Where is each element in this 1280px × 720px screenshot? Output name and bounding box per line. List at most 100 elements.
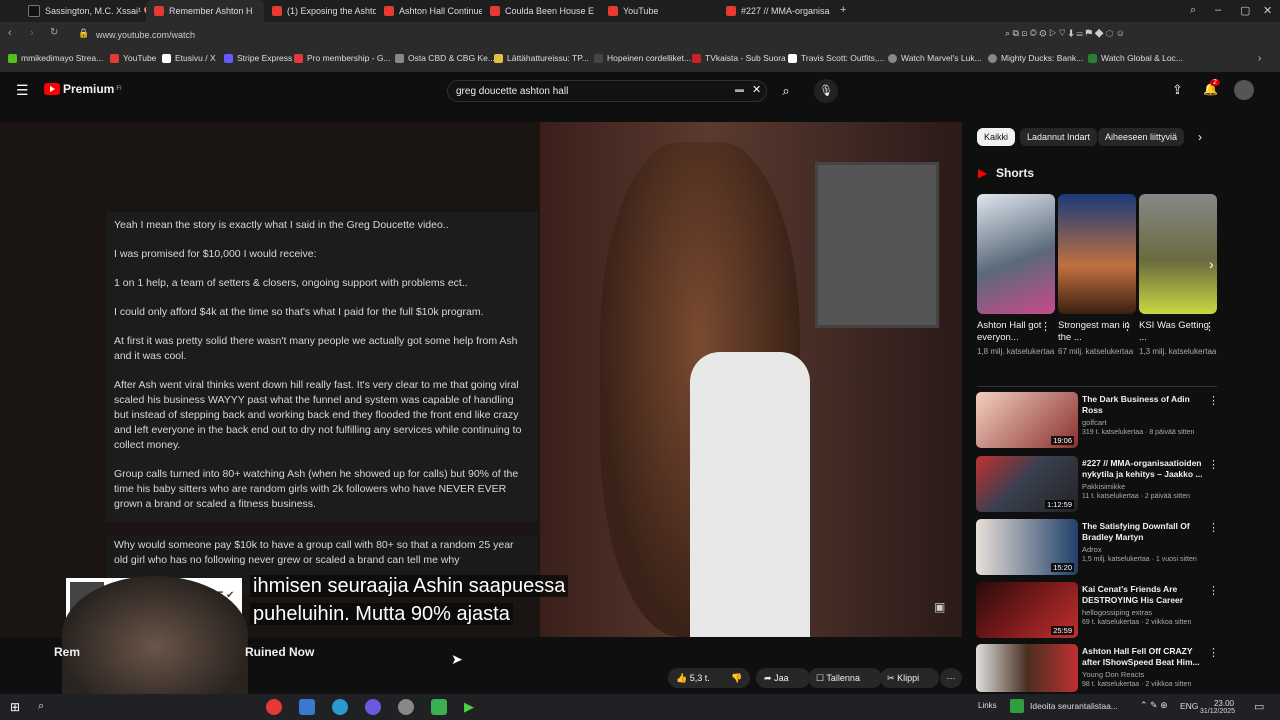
video-menu-icon[interactable]: ⋮	[1208, 394, 1219, 407]
discord-icon[interactable]	[365, 699, 381, 715]
save-button[interactable]: ☐ Tallenna	[808, 668, 882, 688]
clock-date[interactable]: 31/12/2025	[1200, 708, 1235, 715]
browser-tab-bar: Sassington, M.C. Xssai¹ 🎨 Remember Ashto…	[0, 0, 1280, 22]
forward-icon[interactable]: ›	[30, 27, 34, 39]
video-meta: 1,5 milj. katselukertaa · 1 vuosi sitten	[1082, 556, 1197, 563]
bookmark-item[interactable]: Pro membership - G...	[294, 53, 391, 63]
avatar[interactable]	[1234, 80, 1254, 100]
x-icon	[28, 5, 40, 17]
language-indicator[interactable]: ENG	[1180, 701, 1198, 711]
app-icon[interactable]	[299, 699, 315, 715]
subtitles: ihmisen seuraajia Ashin saapuessa puhelu…	[250, 572, 569, 628]
video-duration: 19:06	[1051, 436, 1074, 445]
video-menu-icon[interactable]: ⋮	[1208, 521, 1219, 534]
new-tab-icon[interactable]: +	[840, 4, 846, 16]
edge-icon[interactable]	[332, 699, 348, 715]
chip-all[interactable]: Kaikki	[977, 128, 1016, 146]
chip-related[interactable]: Aiheeseen liittyviä	[1098, 128, 1185, 146]
reload-icon[interactable]: ↻	[50, 27, 58, 38]
more-icon: ⋯	[946, 673, 956, 683]
app-icon[interactable]	[398, 699, 414, 715]
short-menu-icon[interactable]: ⋮	[1204, 320, 1215, 333]
x-icon	[162, 53, 171, 63]
bookmark-item[interactable]: TVkaista - Sub Suora	[692, 53, 786, 63]
short-thumbnail	[1139, 194, 1217, 314]
tab-3[interactable]: (1) Exposing the Ashton H	[264, 0, 376, 22]
related-video[interactable]: 15:20 The Satisfying Downfall Of Bradley…	[976, 519, 1276, 579]
clip-label: Klippi	[897, 673, 920, 683]
search-button[interactable]: ⌕	[770, 80, 802, 102]
video-player[interactable]: Yeah I mean the story is exactly what I …	[0, 122, 962, 637]
share-button[interactable]: ➦ Jaa	[756, 668, 810, 688]
tab-5[interactable]: Coulda Been House Episo	[482, 0, 594, 22]
chips-next-icon[interactable]: ›	[1198, 130, 1202, 144]
clock-time[interactable]: 23.00	[1204, 699, 1234, 708]
bookmark-item[interactable]: Watch Marvel's Luk...	[888, 53, 982, 63]
bookmark-item[interactable]: Hopeinen cordelliket...	[594, 53, 691, 63]
shorts-next-icon[interactable]: ›	[1209, 256, 1214, 272]
extension-icons[interactable]: ⌕ ⧉ ⊡ ◎ ⚙ ▷ ♡ ⬇ ☰ ⚑ ◆ ⬡ ☺	[1005, 28, 1125, 39]
tray-icons[interactable]: ⌃ ✎ ⊕	[1140, 700, 1168, 711]
short-menu-icon[interactable]: ⋮	[1122, 320, 1133, 333]
bookmark-item[interactable]: Etusivu / X	[162, 53, 216, 63]
clip-button[interactable]: ✂ Klippi	[880, 668, 939, 688]
links-toolbar[interactable]: Links	[978, 701, 997, 710]
video-channel: Pakkisimikke	[1082, 482, 1126, 491]
menu-icon[interactable]: ☰	[16, 82, 29, 99]
tab-1[interactable]: Sassington, M.C. Xssai¹ 🎨	[20, 0, 146, 22]
tank-top	[690, 352, 810, 637]
card-line: 1 on 1 help, a team of setters & closers…	[114, 277, 468, 289]
back-icon[interactable]: ‹	[8, 27, 12, 39]
search-tabs-icon[interactable]: ⌕	[1190, 4, 1196, 17]
bookmark-item[interactable]: Stripe Express	[224, 53, 292, 63]
more-actions-button[interactable]: ⋯	[940, 668, 962, 688]
related-video[interactable]: 25:59 Kai Cenat's Friends Are DESTROYING…	[976, 582, 1276, 642]
bookmark-item[interactable]: Lättähattureissu: TP...	[494, 53, 589, 63]
tab-7[interactable]: #227 // MMA-organisaati	[718, 0, 830, 22]
dislike-button[interactable]: 👎	[724, 668, 750, 688]
tab-6[interactable]: YouTube	[600, 0, 716, 22]
clear-search-icon[interactable]: ✕	[752, 83, 761, 96]
related-video[interactable]: 19:06 The Dark Business of Adin Ross gol…	[976, 392, 1276, 452]
video-menu-icon[interactable]: ⋮	[1208, 584, 1219, 597]
app-icon[interactable]: ▶	[464, 699, 474, 715]
shorts-heading: Shorts	[996, 166, 1035, 180]
card-line: Yeah I mean the story is exactly what I …	[114, 219, 449, 231]
keyboard-icon[interactable]: ▬	[735, 84, 744, 94]
search-input[interactable]: greg doucette ashton hall	[447, 80, 767, 102]
bookmark-item[interactable]: Mighty Ducks: Bank...	[988, 53, 1083, 63]
bookmark-icon	[395, 53, 404, 63]
video-channel: Adrox	[1082, 545, 1102, 554]
microphone-icon[interactable]: 🎙	[814, 79, 838, 103]
windows-start-icon[interactable]: ⊞	[10, 700, 20, 714]
maximize-icon[interactable]: ▢	[1240, 4, 1250, 17]
minimize-icon[interactable]: –	[1215, 4, 1221, 16]
tvkaista-icon	[692, 53, 701, 63]
tab-4[interactable]: Ashton Hall Continues Th	[376, 0, 482, 22]
bookmarks-bar: mmikedimayo Strea... YouTube Etusivu / X…	[0, 48, 1280, 73]
bookmark-item[interactable]: Osta CBD & CBG Ke...	[395, 53, 495, 63]
like-button[interactable]: 👍 5,3 t.	[668, 668, 728, 688]
chip-uploader[interactable]: Ladannut Indart	[1020, 128, 1098, 146]
bookmark-item[interactable]: YouTube	[110, 53, 156, 63]
notification-center-icon[interactable]: ▭	[1254, 700, 1264, 713]
close-window-icon[interactable]: ✕	[1263, 4, 1272, 17]
bookmark-item[interactable]: Watch Global & Loc...	[1088, 53, 1183, 63]
tab-2[interactable]: Remember Ashton H	[146, 0, 264, 22]
bookmarks-more-icon[interactable]: ›	[1258, 53, 1261, 64]
channel-watermark-icon[interactable]: ▣	[934, 600, 945, 614]
video-title-start: Rem	[54, 645, 81, 659]
video-menu-icon[interactable]: ⋮	[1208, 646, 1219, 659]
search-icon[interactable]: ⌕	[38, 700, 44, 713]
upload-icon[interactable]: ⇪	[1172, 82, 1183, 98]
short-menu-icon[interactable]: ⋮	[1040, 320, 1051, 333]
url-field[interactable]: www.youtube.com/watch	[70, 27, 996, 43]
related-video[interactable]: 1:12:59 #227 // MMA-organisaatioiden nyk…	[976, 456, 1276, 516]
video-menu-icon[interactable]: ⋮	[1208, 458, 1219, 471]
youtube-logo[interactable]: Premium FI	[44, 82, 122, 96]
bookmark-item[interactable]: mmikedimayo Strea...	[8, 53, 103, 63]
app-icon[interactable]	[431, 699, 447, 715]
opera-icon[interactable]	[266, 699, 282, 715]
news-widget[interactable]: Ideoita seurantalistaa...	[1030, 701, 1118, 711]
bookmark-item[interactable]: Travis Scott: Outfits,...	[788, 53, 884, 63]
